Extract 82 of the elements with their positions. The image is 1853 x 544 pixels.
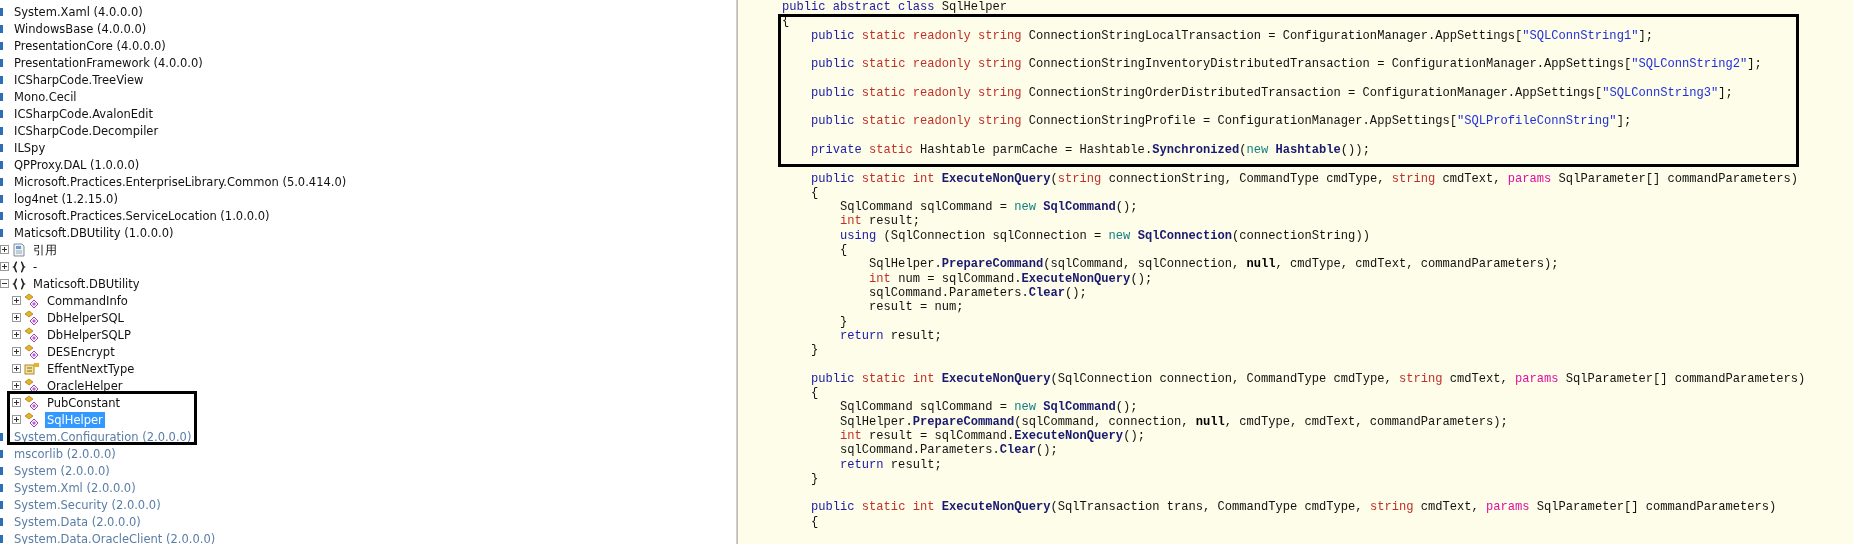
class-icon: [24, 292, 40, 309]
code-line: return result;: [839, 328, 943, 344]
tree-item[interactable]: DESEncrypt: [45, 343, 117, 360]
code-line: {: [810, 386, 820, 401]
braces-icon: [12, 259, 26, 274]
class-icon: [24, 343, 40, 360]
code-line: using (SqlConnection sqlConnection = new SqlConnection(connectionString)): [839, 228, 1371, 244]
expander-icon[interactable]: [12, 313, 21, 322]
code-line: public static int ExecuteNonQuery(SqlConnection connection, CommandType cmdType, string cmdText, params SqlParameter[] commandParameters): [810, 370, 1807, 386]
tree-item[interactable]: PubConstant: [45, 394, 123, 411]
document-icon: [12, 242, 26, 257]
expander-icon[interactable]: [12, 296, 21, 305]
code-line: SqlCommand sqlCommand = new SqlCommand();: [839, 400, 1139, 415]
tree-item[interactable]: Maticsoft.DBUtility (1.0.0.0): [12, 224, 176, 241]
enum-icon: [24, 361, 40, 376]
tree-item[interactable]: System (2.0.0.0): [12, 462, 112, 479]
tree-item[interactable]: ICSharpCode.AvalonEdit: [12, 105, 156, 122]
tree-item[interactable]: PresentationFramework (4.0.0.0): [12, 54, 205, 71]
code-line: public static int ExecuteNonQuery(string connectionString, CommandType cmdType, string cmdText, params SqlParameter[] commandParameters): [810, 170, 1800, 186]
expander-icon[interactable]: [12, 398, 21, 407]
tree-item[interactable]: log4net (1.2.15.0): [12, 190, 120, 207]
code-line: {: [839, 243, 849, 258]
class-icon: [24, 309, 40, 326]
tree-item[interactable]: OracleHelper: [45, 377, 125, 394]
code-line: int result = sqlCommand.ExecuteNonQuery();: [839, 428, 1146, 444]
expander-icon[interactable]: [12, 415, 21, 424]
tree-item[interactable]: DbHelperSQLP: [45, 326, 133, 343]
tree-item[interactable]: CommandInfo: [45, 292, 130, 309]
code-line: SqlHelper.PrepareCommand(sqlCommand, connection, null, cmdType, cmdText, commandParameters);: [839, 414, 1509, 429]
code-line: }: [839, 314, 849, 329]
tree-item[interactable]: System.Xml (2.0.0.0): [12, 479, 138, 496]
class-icon: [24, 377, 40, 394]
tree-item[interactable]: System.Data.OracleClient (2.0.0.0): [12, 530, 218, 544]
tree-item[interactable]: Microsoft.Practices.EnterpriseLibrary.Common (5.0.414.0): [12, 173, 349, 190]
code-line: public static readonly string ConnectionStringOrderDistributedTransaction = ConfigurationManager.AppSettings["SQLConnString3"];: [810, 84, 1734, 101]
tree-item[interactable]: -: [31, 258, 40, 275]
class-icon: [24, 394, 40, 411]
tree-item[interactable]: EffentNextType: [45, 360, 137, 377]
code-line: }: [810, 343, 820, 358]
code-line: SqlCommand sqlCommand = new SqlCommand();: [839, 200, 1139, 215]
tree-item[interactable]: PresentationCore (4.0.0.0): [12, 37, 168, 54]
code-line: public static readonly string ConnectionStringInventoryDistributedTransaction = ConfigurationManager.AppSettings["SQLConnString2"];: [810, 56, 1763, 72]
tree-item[interactable]: System.Configuration (2.0.0.0): [12, 428, 194, 445]
expander-icon[interactable]: [12, 330, 21, 339]
tree-item[interactable]: ICSharpCode.TreeView: [12, 71, 146, 88]
expander-icon[interactable]: [12, 381, 21, 390]
expander-icon[interactable]: [0, 279, 9, 288]
code-line: public abstract class SqlHelper: [782, 0, 1008, 15]
tree-item[interactable]: Mono.Cecil: [12, 88, 79, 105]
code-line: public static int ExecuteNonQuery(SqlTransaction trans, CommandType cmdType, string cmdText, params SqlParameter[] commandParameters): [810, 499, 1778, 515]
expander-icon[interactable]: [0, 245, 9, 254]
tree-item[interactable]: mscorlib (2.0.0.0): [12, 445, 118, 462]
tree-item[interactable]: ILSpy: [12, 139, 48, 156]
tree-item[interactable]: System.Data (2.0.0.0): [12, 513, 143, 530]
tree-item[interactable]: WindowsBase (4.0.0.0): [12, 20, 149, 37]
tree-item[interactable]: 引用: [31, 241, 59, 258]
code-line: sqlCommand.Parameters.Clear();: [839, 443, 1059, 458]
code-line: public static readonly string ConnectionStringLocalTransaction = ConfigurationManager.AppSettings["SQLConnString1"];: [810, 28, 1654, 43]
tree-item[interactable]: ICSharpCode.Decompiler: [12, 122, 161, 139]
code-line: public static readonly string ConnectionStringProfile = ConfigurationManager.AppSettings["SQLProfileConnString"];: [810, 113, 1633, 129]
tree-item[interactable]: System.Xaml (4.0.0.0): [12, 3, 145, 20]
code-line: result = num;: [868, 300, 965, 315]
code-line: }: [810, 471, 820, 487]
code-line: sqlCommand.Parameters.Clear();: [868, 285, 1088, 301]
tree-item[interactable]: System.Security (2.0.0.0): [12, 496, 163, 513]
code-line: private static Hashtable parmCache = Hashtable.Synchronized(new Hashtable());: [810, 141, 1371, 158]
code-line: int result;: [839, 214, 921, 229]
class-icon: [24, 411, 40, 428]
code-line: {: [810, 514, 820, 529]
expander-icon[interactable]: [0, 262, 9, 271]
braces-icon: [12, 276, 26, 291]
tree-item[interactable]: Microsoft.Practices.ServiceLocation (1.0.0.0): [12, 207, 272, 224]
expander-icon[interactable]: [12, 364, 21, 373]
code-line: int num = sqlCommand.ExecuteNonQuery();: [868, 271, 1154, 286]
code-line: SqlHelper.PrepareCommand(sqlCommand, sqlConnection, null, cmdType, cmdText, commandParameters);: [868, 257, 1560, 272]
tree-item[interactable]: Maticsoft.DBUtility: [31, 275, 142, 292]
class-icon: [24, 326, 40, 343]
code-line: {: [810, 185, 820, 201]
code-line: return result;: [839, 457, 943, 472]
tree-item[interactable]: DbHelperSQL: [45, 309, 126, 326]
expander-icon[interactable]: [12, 347, 21, 356]
tree-item[interactable]: QPProxy.DAL (1.0.0.0): [12, 156, 142, 173]
